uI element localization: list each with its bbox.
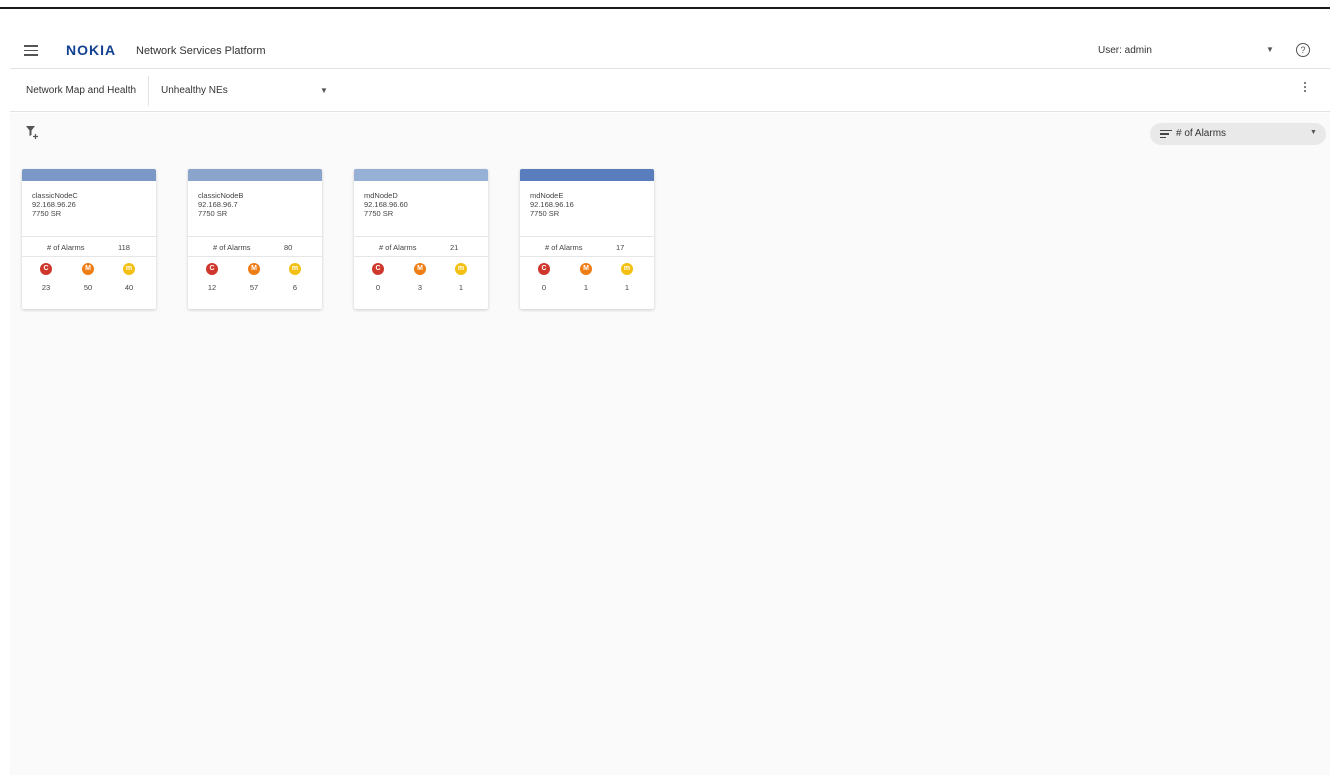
major-count: 3 [417,283,423,292]
ne-card[interactable]: classicNodeC 92.168.96.26 7750 SR # of A… [22,169,156,309]
alarm-summary: # of Alarms 80 [188,237,322,257]
major-count: 1 [583,283,589,292]
severity-icons: C M m [22,263,156,283]
minor-count: 1 [458,283,464,292]
alarm-count-total: 17 [616,243,625,252]
severity-counts: 12 57 6 [188,283,322,297]
critical-count: 12 [207,283,217,292]
severity-counts: 0 3 1 [354,283,488,297]
minor-alarm-icon: m [455,263,467,275]
node-name: mdNodeE [530,191,564,200]
node-model: 7750 SR [364,209,394,218]
critical-alarm-icon: C [206,263,218,275]
sort-caret-icon: ▼ [1310,129,1317,136]
card-info: classicNodeC 92.168.96.26 7750 SR [22,181,156,237]
main-content: # of Alarms ▼ classicNodeC 92.168.96.26 … [10,113,1330,775]
alarm-summary: # of Alarms 21 [354,237,488,257]
critical-alarm-icon: C [538,263,550,275]
view-select[interactable]: Unhealthy NEs [161,85,228,96]
help-circle-icon[interactable]: ? [1296,43,1310,57]
filter-add-icon[interactable] [24,124,40,140]
severity-counts: 0 1 1 [520,283,654,297]
app-title: Network Services Platform [136,45,266,57]
card-info: mdNodeD 92.168.96.60 7750 SR [354,181,488,237]
minor-alarm-icon: m [123,263,135,275]
user-label[interactable]: User: admin [1098,45,1152,56]
alarm-count-label: # of Alarms [379,243,417,252]
critical-count: 0 [541,283,547,292]
card-info: mdNodeE 92.168.96.16 7750 SR [520,181,654,237]
card-info: classicNodeB 92.168.96.7 7750 SR [188,181,322,237]
node-name: classicNodeB [198,191,244,200]
major-alarm-icon: M [248,263,260,275]
divider [148,76,149,106]
node-ip: 92.168.96.60 [364,200,408,209]
node-ip: 92.168.96.7 [198,200,238,209]
app-header: NOKIA Network Services Platform User: ad… [10,36,1330,69]
node-model: 7750 SR [198,209,228,218]
node-model: 7750 SR [32,209,62,218]
minor-count: 1 [624,283,630,292]
ne-card[interactable]: mdNodeD 92.168.96.60 7750 SR # of Alarms… [354,169,488,309]
major-alarm-icon: M [82,263,94,275]
alarm-count-label: # of Alarms [47,243,85,252]
node-name: classicNodeC [32,191,78,200]
severity-icons: C M m [354,263,488,283]
card-health-bar [22,169,156,181]
alarm-summary: # of Alarms 17 [520,237,654,257]
card-health-bar [354,169,488,181]
sort-icon [1160,130,1172,138]
minor-alarm-icon: m [289,263,301,275]
alarm-count-total: 80 [284,243,293,252]
critical-count: 23 [41,283,51,292]
severity-counts: 23 50 40 [22,283,156,297]
alarm-count-total: 118 [118,243,130,252]
user-menu-caret-icon[interactable]: ▼ [1266,45,1274,54]
minor-count: 40 [124,283,134,292]
card-health-bar [520,169,654,181]
breadcrumb-network-map-health[interactable]: Network Map and Health [26,85,136,96]
minor-count: 6 [292,283,298,292]
alarm-summary: # of Alarms 118 [22,237,156,257]
sort-label: # of Alarms [1176,128,1227,139]
critical-alarm-icon: C [40,263,52,275]
top-border [0,7,1330,9]
sub-header: Network Map and Health Unhealthy NEs ▼ [10,69,1330,112]
ne-card[interactable]: classicNodeB 92.168.96.7 7750 SR # of Al… [188,169,322,309]
node-ip: 92.168.96.16 [530,200,574,209]
alarm-count-label: # of Alarms [213,243,251,252]
major-alarm-icon: M [580,263,592,275]
ne-card[interactable]: mdNodeE 92.168.96.16 7750 SR # of Alarms… [520,169,654,309]
alarm-count-total: 21 [450,243,459,252]
major-alarm-icon: M [414,263,426,275]
severity-icons: C M m [520,263,654,283]
critical-alarm-icon: C [372,263,384,275]
hamburger-menu-icon[interactable] [24,45,38,57]
severity-icons: C M m [188,263,322,283]
node-name: mdNodeD [364,191,398,200]
sort-select[interactable]: # of Alarms ▼ [1150,123,1326,145]
critical-count: 0 [375,283,381,292]
nokia-logo: NOKIA [66,42,117,58]
minor-alarm-icon: m [621,263,633,275]
node-model: 7750 SR [530,209,560,218]
view-select-caret-icon[interactable]: ▼ [320,86,328,95]
major-count: 57 [249,283,259,292]
alarm-count-label: # of Alarms [545,243,583,252]
major-count: 50 [83,283,93,292]
node-ip: 92.168.96.26 [32,200,76,209]
card-health-bar [188,169,322,181]
more-options-icon[interactable] [1304,82,1308,94]
